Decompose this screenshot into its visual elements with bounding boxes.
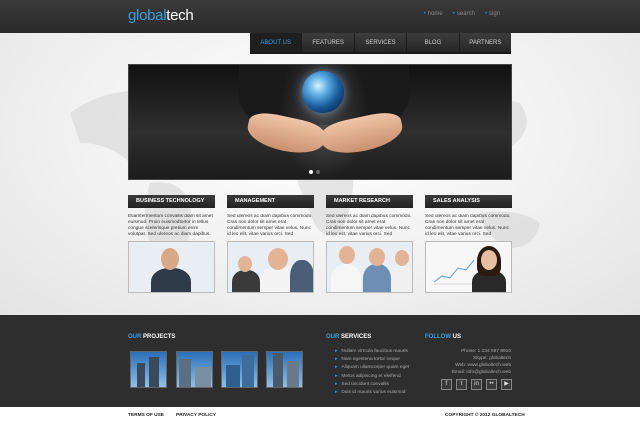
building	[226, 365, 240, 387]
top-links: • home • search • sign	[424, 11, 500, 17]
contact-web[interactable]: Web: www.globaltech.web	[420, 362, 511, 369]
facebook-icon[interactable]: f	[441, 379, 452, 390]
bullet-icon: •	[423, 11, 426, 17]
building	[195, 367, 211, 387]
contact-info: Phone: 1 234 567 8910 Skype: globaltech …	[420, 348, 511, 376]
slider-pagination	[309, 170, 320, 174]
photo-management-team[interactable]	[227, 241, 314, 293]
building	[179, 359, 191, 387]
project-thumb-4[interactable]	[266, 351, 303, 388]
person-body	[331, 264, 361, 292]
column-text: Etiamfermentum convallis diam sit amet e…	[128, 214, 213, 237]
column-text: Sed ulereos ac diam dapibus commodo. Cra…	[425, 214, 511, 237]
building	[242, 355, 254, 387]
heading-highlight: OUR	[128, 334, 142, 340]
column-management: MANAGEMENT Sed ulereos ac diam dapibus c…	[227, 195, 314, 293]
photo-businesswoman[interactable]	[128, 241, 215, 293]
top-link-search-label: search	[456, 11, 475, 17]
service-link[interactable]: Sed tincidunt convallis	[335, 381, 409, 389]
person-head	[339, 246, 355, 264]
person-body	[363, 264, 391, 292]
nav-item-about-us[interactable]: ABOUT US	[250, 33, 303, 52]
bullet-icon: •	[452, 11, 455, 17]
person-head	[238, 256, 252, 272]
person-head	[481, 250, 497, 270]
building	[287, 361, 299, 387]
person-body	[232, 270, 260, 292]
top-link-home[interactable]: • home	[424, 11, 443, 17]
column-title[interactable]: MARKET RESEARCH	[326, 195, 413, 208]
top-header: globaltech • home • search • sign	[0, 0, 640, 33]
top-link-sign[interactable]: • sign	[485, 11, 500, 17]
nav-item-partners[interactable]: PARTNERS	[460, 33, 511, 52]
slider-dot-1[interactable]	[309, 170, 313, 174]
heading-rest: US	[452, 334, 462, 340]
flickr-icon[interactable]: ••	[486, 379, 497, 390]
column-text: Sed ulereos ac diam dapibus commodo. Cra…	[326, 214, 412, 237]
contact-phone: Phone: 1 234 567 8910	[461, 349, 511, 354]
column-title[interactable]: BUSINESS TECHNOLOGY	[128, 195, 215, 208]
nav-item-blog[interactable]: BLOG	[407, 33, 460, 52]
service-link[interactable]: Duis id mauris varius euismod	[335, 389, 409, 397]
project-thumb-1[interactable]	[130, 351, 167, 388]
building	[137, 363, 145, 387]
bottom-bar	[0, 407, 640, 426]
logo-part-global: global	[128, 7, 167, 24]
footer-heading-projects: OUR PROJECTS	[128, 334, 175, 340]
person-body	[151, 268, 191, 292]
column-title[interactable]: SALES ANALYSIS	[425, 195, 512, 208]
column-text: Sed ulereos ac diam dapibus commodo. Cra…	[227, 214, 313, 237]
nav-item-services[interactable]: SERVICES	[355, 33, 408, 52]
linkedin-icon[interactable]: in	[471, 379, 482, 390]
column-sales-analysis: SALES ANALYSIS Sed ulereos ac diam dapib…	[425, 195, 512, 293]
service-link[interactable]: Aliquam ullamcorper quam eget	[335, 364, 409, 372]
heading-rest: PROJECTS	[143, 334, 176, 340]
footer-heading-services: OUR SERVICES	[326, 334, 371, 340]
person-head	[369, 248, 385, 266]
building	[149, 357, 159, 387]
project-thumb-2[interactable]	[176, 351, 213, 388]
heading-rest: SERVICES	[341, 334, 372, 340]
hero-slider-image	[128, 64, 512, 180]
project-thumb-3[interactable]	[221, 351, 258, 388]
service-link[interactable]: Nam egestena tortor neque	[335, 356, 409, 364]
footer	[0, 315, 640, 407]
chart-graphic	[434, 259, 474, 285]
contact-skype: Skype: globaltech	[473, 356, 511, 361]
person-head	[268, 248, 288, 270]
bullet-icon: •	[484, 11, 487, 17]
slider-dot-2[interactable]	[316, 170, 320, 174]
copyright-text: COPYRIGHT © 2012 GLOBALTECH	[445, 413, 525, 418]
top-link-home-label: home	[427, 11, 443, 17]
main-nav: ABOUT US FEATURES SERVICES BLOG PARTNERS	[250, 33, 511, 54]
service-link[interactable]: Nullam vlrtcula faucibus mauris	[335, 348, 409, 356]
column-market-research: MARKET RESEARCH Sed ulereos ac diam dapi…	[326, 195, 413, 293]
column-business-technology: BUSINESS TECHNOLOGY Etiamfermentum conva…	[128, 195, 215, 293]
building	[273, 353, 283, 387]
logo-part-tech: tech	[166, 7, 194, 24]
nav-item-features[interactable]: FEATURES	[302, 33, 355, 52]
youtube-icon[interactable]: ▶	[501, 379, 512, 390]
heading-highlight: OUR	[326, 334, 340, 340]
heading-highlight: FOLLOW	[425, 334, 451, 340]
service-link[interactable]: Metus adipiscing et eleifend	[335, 373, 409, 381]
photo-market-research[interactable]	[326, 241, 413, 293]
services-list: Nullam vlrtcula faucibus mauris Nam eges…	[335, 348, 409, 397]
person-head	[395, 250, 409, 266]
twitter-icon[interactable]: t	[456, 379, 467, 390]
top-link-search[interactable]: • search	[453, 11, 475, 17]
globe-icon	[302, 71, 344, 113]
footer-heading-follow: FOLLOW US	[425, 334, 461, 340]
logo[interactable]: globaltech	[128, 7, 194, 24]
terms-of-use-link[interactable]: TERMS OF USE	[128, 413, 164, 418]
contact-email[interactable]: Email: info@globaltech.web	[420, 369, 511, 376]
person-head	[161, 248, 179, 270]
photo-sales-analysis[interactable]	[425, 241, 512, 293]
column-title[interactable]: MANAGEMENT	[227, 195, 314, 208]
top-link-sign-label: sign	[488, 11, 500, 17]
person-body	[391, 266, 412, 292]
person-body	[290, 260, 313, 292]
privacy-policy-link[interactable]: PRIVACY POLICY	[176, 413, 216, 418]
